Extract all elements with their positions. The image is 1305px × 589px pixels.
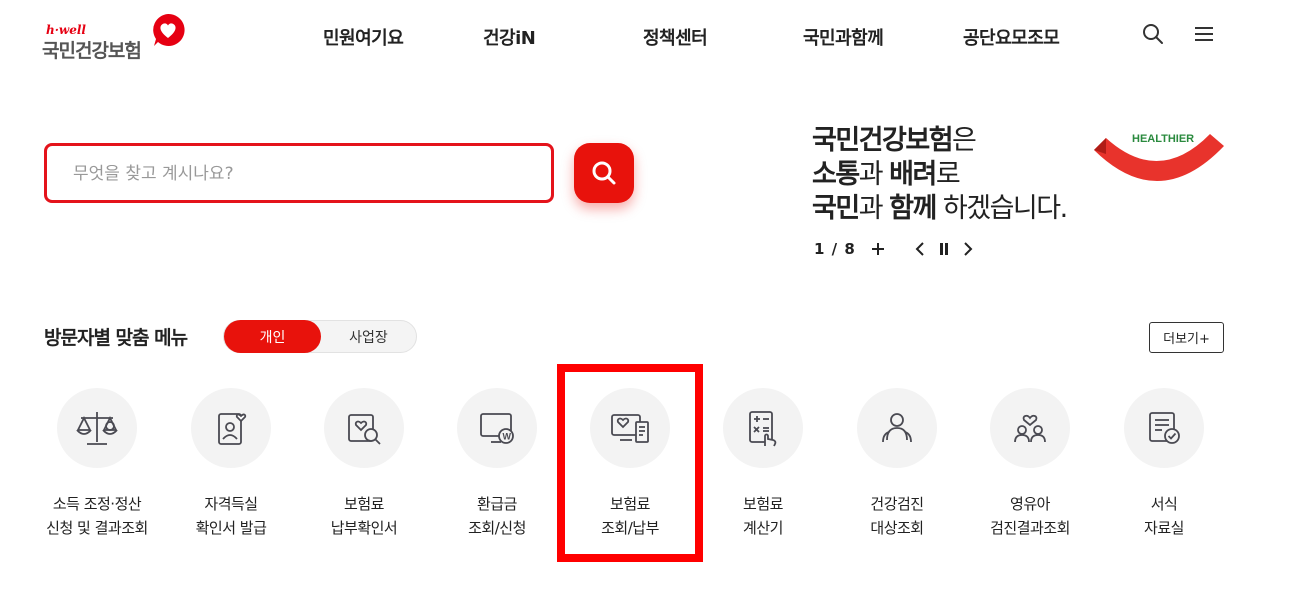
menu-item-label: 보험료 납부확인서 (330, 495, 398, 537)
calculator-icon (749, 411, 777, 447)
menu-item-checkup-target[interactable]: 건강검진 대상조회 (832, 388, 962, 548)
menu-item-label: 서식 자료실 (1144, 495, 1184, 537)
menu-item-label: 소득 조정·정산 신청 및 결과조회 (46, 495, 148, 537)
nav-item-health-in[interactable]: 건강iN (483, 24, 536, 50)
nav-item-policy-center[interactable]: 정책센터 (643, 24, 708, 50)
svg-text:W: W (503, 432, 512, 442)
menu-item-infant-checkup[interactable]: 영유아 검진결과조회 (965, 388, 1095, 548)
document-check-icon (1149, 412, 1180, 444)
document-search-icon (348, 414, 381, 445)
menu-item-label: 건강검진 대상조회 (870, 495, 924, 537)
menu-item-eligibility-certificate[interactable]: 자격득실 확인서 발급 (166, 388, 296, 548)
slogan-line-3: 국민과 함께 하겠습니다. (812, 193, 1068, 224)
more-button[interactable]: 더보기+ (1149, 322, 1224, 353)
search-input[interactable] (73, 160, 523, 188)
search-icon (592, 161, 616, 185)
healthier-text: HEALTHIER (1132, 133, 1194, 145)
menu-item-payment-certificate[interactable]: 보험료 납부확인서 (299, 388, 429, 548)
id-card-heart-icon (218, 413, 247, 445)
menu-icon[interactable] (1192, 22, 1216, 46)
tab-personal[interactable]: 개인 (224, 320, 321, 353)
healthier-graphic: HEALTHIER (1094, 133, 1224, 182)
monitor-coin-icon: W (480, 413, 514, 444)
family-heart-icon (1014, 414, 1046, 443)
slide-counter: 1 / 8 (814, 240, 856, 258)
tab-business[interactable]: 사업장 (321, 321, 416, 352)
slogan-line-2: 소통과 배려로 (812, 159, 961, 190)
menu-item-label: 환급금 조회/신청 (468, 495, 526, 537)
menu-item-label: 보험료 조회/납부 (601, 495, 659, 537)
prev-icon[interactable] (910, 239, 930, 259)
menu-item-label: 자격득실 확인서 발급 (195, 495, 267, 537)
search-button[interactable] (574, 143, 634, 203)
next-icon[interactable] (958, 239, 978, 259)
search-icon[interactable] (1141, 22, 1165, 46)
nav-item-with-people[interactable]: 국민과함께 (803, 24, 884, 50)
custom-menu-title: 방문자별 맞춤 메뉴 (44, 327, 188, 349)
menu-item-premium-calculator[interactable]: 보험료 계산기 (698, 388, 828, 548)
visitor-type-toggle: 개인 사업장 (223, 320, 417, 353)
main-nav: 민원여기요 건강iN 정책센터 국민과함께 공단요모조모 (0, 24, 1305, 50)
menu-item-label: 영유아 검진결과조회 (990, 495, 1070, 537)
menu-item-premium-inquiry[interactable]: 보험료 조회/납부 (565, 388, 695, 548)
monitor-receipt-icon (611, 414, 649, 443)
search-box (44, 143, 554, 203)
plus-icon[interactable] (868, 239, 888, 259)
slide-controls: 1 / 8 (814, 238, 978, 260)
slogan-line-1: 국민건강보험은 (812, 125, 977, 156)
menu-item-label: 보험료 계산기 (743, 495, 783, 537)
nav-item-corporation-info[interactable]: 공단요모조모 (963, 24, 1060, 50)
people-group-icon (882, 413, 912, 443)
slogan-banner: 국민건강보험은 소통과 배려로 국민과 함께 하겠습니다. (812, 124, 1112, 226)
menu-item-forms-library[interactable]: 서식 자료실 (1099, 388, 1229, 548)
pause-icon[interactable] (934, 239, 954, 259)
nav-item-civil-service[interactable]: 민원여기요 (323, 24, 404, 50)
menu-item-income-adjustment[interactable]: 소득 조정·정산 신청 및 결과조회 (32, 388, 162, 548)
scale-balance-icon (76, 412, 118, 445)
menu-item-refund[interactable]: W 환급금 조회/신청 (432, 388, 562, 548)
